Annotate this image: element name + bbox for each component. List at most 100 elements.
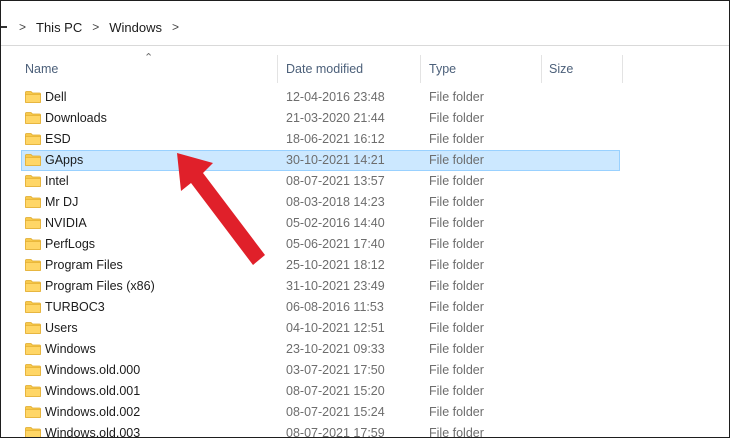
file-date-modified: 03-07-2021 17:50	[286, 363, 385, 377]
file-type: File folder	[429, 405, 484, 419]
file-type: File folder	[429, 111, 484, 125]
file-row[interactable]: Program Files 25-10-2021 18:12 File fold…	[1, 255, 729, 276]
file-type: File folder	[429, 153, 484, 167]
file-type: File folder	[429, 195, 484, 209]
folder-icon	[25, 343, 41, 355]
file-name[interactable]: GApps	[45, 150, 83, 171]
file-date-modified: 04-10-2021 12:51	[286, 321, 385, 335]
file-date-modified: 31-10-2021 23:49	[286, 279, 385, 293]
file-row[interactable]: Windows.old.003 08-07-2021 17:59 File fo…	[1, 423, 729, 438]
folder-icon	[25, 112, 41, 124]
file-row[interactable]: NVIDIA 05-02-2016 14:40 File folder	[1, 213, 729, 234]
file-row[interactable]: Downloads 21-03-2020 21:44 File folder	[1, 108, 729, 129]
chevron-right-icon: >	[19, 20, 27, 34]
file-row[interactable]: PerfLogs 05-06-2021 17:40 File folder	[1, 234, 729, 255]
folder-icon	[25, 301, 41, 313]
file-row[interactable]: TURBOC3 06-08-2016 11:53 File folder	[1, 297, 729, 318]
file-list: Dell 12-04-2016 23:48 File folder Downlo…	[1, 87, 729, 438]
column-header-name[interactable]: Name	[19, 55, 277, 83]
file-name[interactable]: Mr DJ	[45, 192, 78, 213]
file-name[interactable]: Windows.old.003	[45, 423, 140, 437]
file-date-modified: 08-07-2021 15:20	[286, 384, 385, 398]
file-type: File folder	[429, 342, 484, 356]
column-header-type[interactable]: Type	[423, 55, 541, 83]
folder-icon	[25, 322, 41, 334]
file-type: File folder	[429, 258, 484, 272]
file-type: File folder	[429, 237, 484, 251]
file-type: File folder	[429, 426, 484, 438]
file-type: File folder	[429, 174, 484, 188]
breadcrumb-this-pc[interactable]: This PC	[32, 20, 86, 35]
file-row[interactable]: Windows 23-10-2021 09:33 File folder	[1, 339, 729, 360]
file-row[interactable]: Mr DJ 08-03-2018 14:23 File folder	[1, 192, 729, 213]
column-header-date[interactable]: Date modified	[280, 55, 420, 83]
file-date-modified: 23-10-2021 09:33	[286, 342, 385, 356]
file-date-modified: 30-10-2021 14:21	[286, 153, 385, 167]
folder-icon	[25, 133, 41, 145]
file-row[interactable]: Intel 08-07-2021 13:57 File folder	[1, 171, 729, 192]
address-bar[interactable]: > This PC > Windows >	[1, 9, 729, 46]
file-type: File folder	[429, 216, 484, 230]
address-bar-edge	[1, 26, 7, 28]
chevron-right-icon: >	[92, 20, 100, 34]
file-date-modified: 21-03-2020 21:44	[286, 111, 385, 125]
file-date-modified: 25-10-2021 18:12	[286, 258, 385, 272]
column-divider[interactable]	[622, 55, 623, 83]
file-date-modified: 06-08-2016 11:53	[286, 300, 384, 314]
file-date-modified: 08-07-2021 13:57	[286, 174, 385, 188]
file-type: File folder	[429, 321, 484, 335]
folder-icon	[25, 175, 41, 187]
file-name[interactable]: NVIDIA	[45, 213, 87, 234]
file-name[interactable]: Windows.old.002	[45, 402, 140, 423]
file-row[interactable]: Dell 12-04-2016 23:48 File folder	[1, 87, 729, 108]
file-name[interactable]: Downloads	[45, 108, 107, 129]
column-divider[interactable]	[277, 55, 278, 83]
file-date-modified: 08-07-2021 15:24	[286, 405, 385, 419]
column-header-size[interactable]: Size	[543, 55, 623, 83]
column-divider[interactable]	[420, 55, 421, 83]
file-name[interactable]: Windows.old.000	[45, 360, 140, 381]
file-row[interactable]: Windows.old.000 03-07-2021 17:50 File fo…	[1, 360, 729, 381]
file-date-modified: 05-06-2021 17:40	[286, 237, 385, 251]
file-type: File folder	[429, 279, 484, 293]
file-row[interactable]: Windows.old.001 08-07-2021 15:20 File fo…	[1, 381, 729, 402]
folder-icon	[25, 385, 41, 397]
file-name[interactable]: PerfLogs	[45, 234, 95, 255]
file-name[interactable]: Program Files (x86)	[45, 276, 155, 297]
file-row-selected[interactable]: GApps 30-10-2021 14:21 File folder	[1, 150, 729, 171]
file-date-modified: 08-07-2021 17:59	[286, 426, 385, 438]
folder-icon	[25, 238, 41, 250]
file-name[interactable]: Dell	[45, 87, 67, 108]
file-name[interactable]: Program Files	[45, 255, 123, 276]
file-name[interactable]: Windows	[45, 339, 96, 360]
file-type: File folder	[429, 132, 484, 146]
file-date-modified: 05-02-2016 14:40	[286, 216, 385, 230]
file-date-modified: 08-03-2018 14:23	[286, 195, 385, 209]
breadcrumb-windows[interactable]: Windows	[105, 20, 166, 35]
folder-icon	[25, 91, 41, 103]
folder-icon	[25, 217, 41, 229]
file-row[interactable]: Windows.old.002 08-07-2021 15:24 File fo…	[1, 402, 729, 423]
file-name[interactable]: Intel	[45, 171, 69, 192]
folder-icon	[25, 406, 41, 418]
column-header: ⌃ Name Date modified Type Size	[1, 52, 729, 83]
file-row[interactable]: Program Files (x86) 31-10-2021 23:49 Fil…	[1, 276, 729, 297]
file-name[interactable]: TURBOC3	[45, 297, 105, 318]
file-type: File folder	[429, 384, 484, 398]
file-row[interactable]: Users 04-10-2021 12:51 File folder	[1, 318, 729, 339]
folder-icon	[25, 427, 41, 437]
file-name[interactable]: Windows.old.001	[45, 381, 140, 402]
file-explorer-window: > This PC > Windows > ⌃ Name Date modifi…	[0, 0, 730, 438]
folder-icon	[25, 280, 41, 292]
file-name[interactable]: ESD	[45, 129, 71, 150]
chevron-right-icon[interactable]: >	[166, 20, 185, 34]
column-divider[interactable]	[541, 55, 542, 83]
file-type: File folder	[429, 300, 484, 314]
file-type: File folder	[429, 363, 484, 377]
file-type: File folder	[429, 90, 484, 104]
folder-icon	[25, 196, 41, 208]
file-name[interactable]: Users	[45, 318, 78, 339]
file-date-modified: 12-04-2016 23:48	[286, 90, 385, 104]
file-row[interactable]: ESD 18-06-2021 16:12 File folder	[1, 129, 729, 150]
folder-icon	[25, 154, 41, 166]
